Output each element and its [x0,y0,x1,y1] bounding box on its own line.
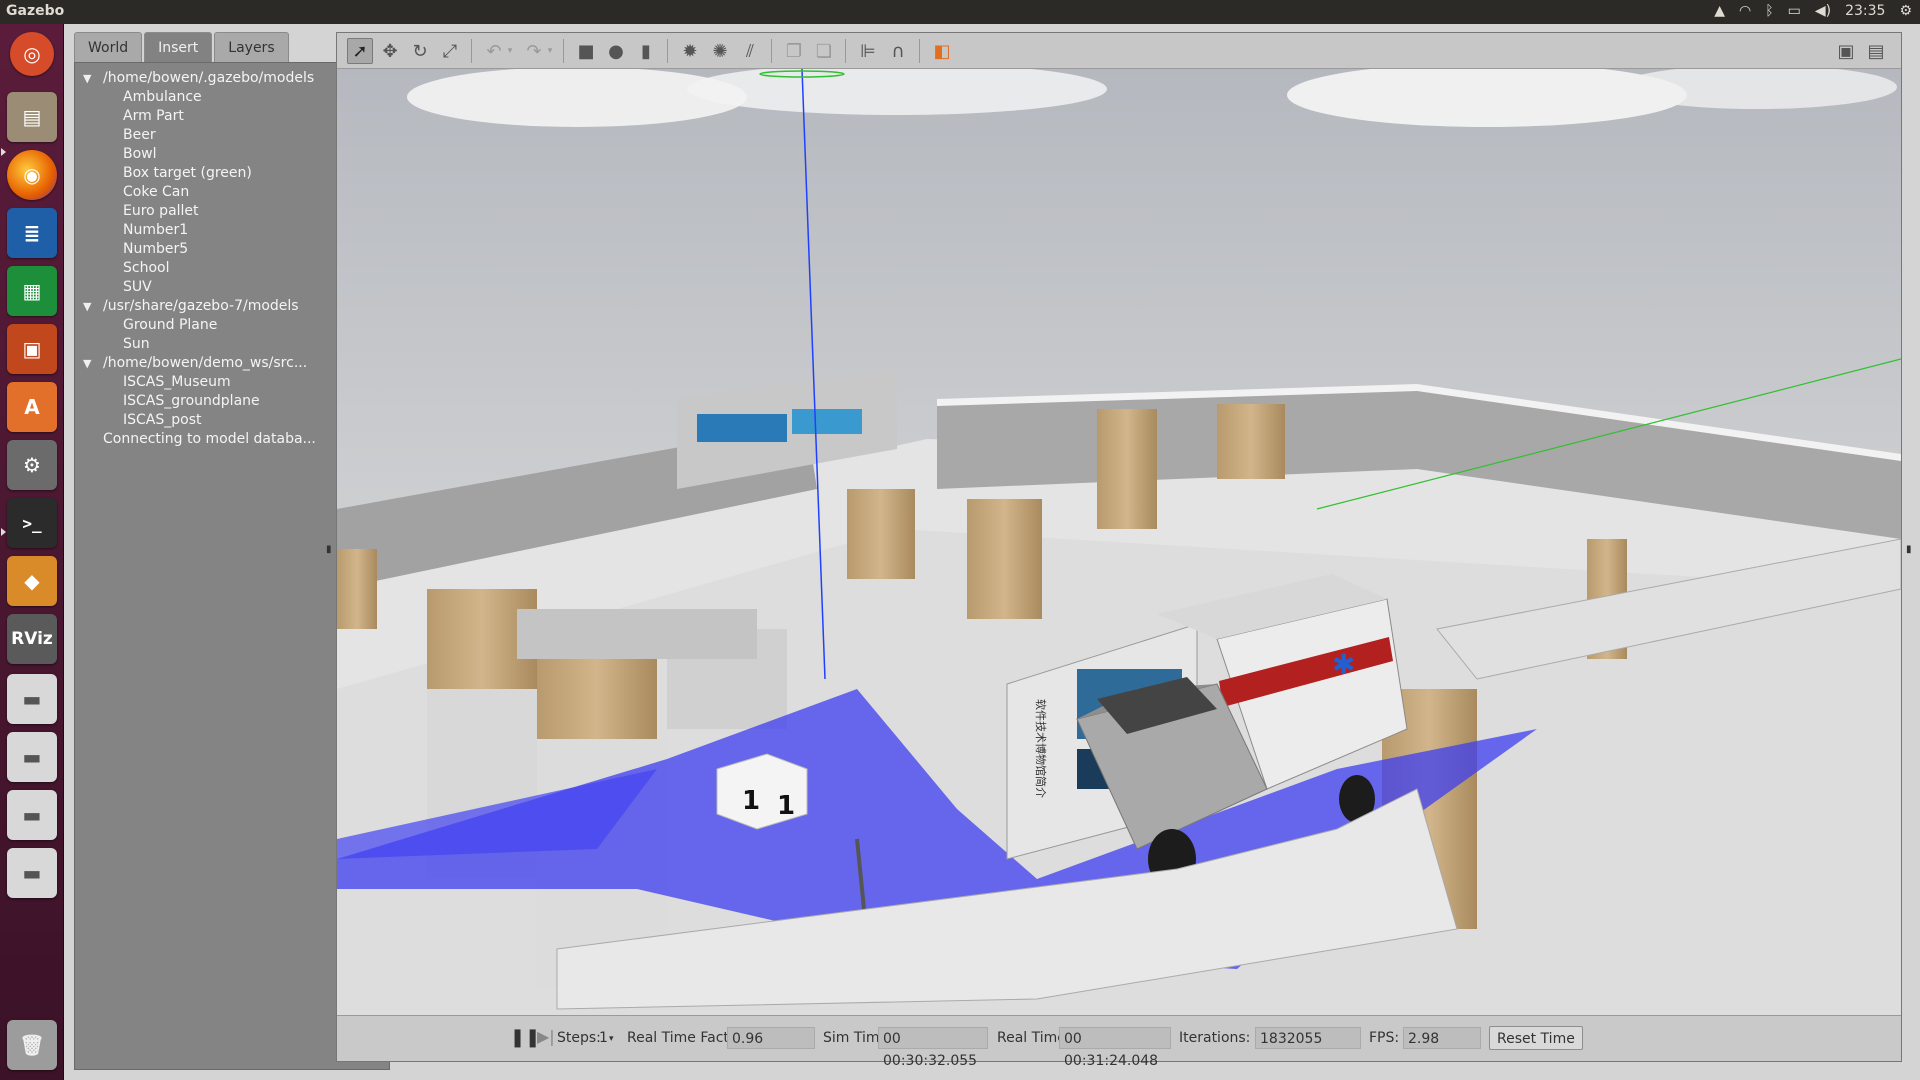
cloud [407,69,747,127]
undo-dropdown-icon[interactable]: ▾ [503,38,517,64]
calc-icon[interactable]: ▦ [7,266,57,316]
spot-light-icon[interactable]: ✺ [707,38,733,64]
select-arrow-icon[interactable]: ➚ [347,38,373,64]
expand-arrow-icon[interactable]: ▼ [83,69,91,88]
expand-arrow-icon[interactable]: ▼ [83,297,91,316]
scale-icon[interactable]: ⤢ [437,38,463,64]
settings-gear-icon[interactable]: ⚙ [1899,3,1912,19]
reset-time-button[interactable]: Reset Time [1489,1026,1583,1050]
steps-value[interactable]: 1 [599,1030,608,1046]
panel-tabs: World Insert Layers [74,32,291,62]
terminal-icon[interactable]: >_ [7,498,57,548]
pillar [337,549,377,629]
render-area: ➚ ✥ ↻ ⤢ ↶ ▾ ↷ ▾ ■ ● ▮ ✹ ✺ ⫽ ❐ ❏ ⊫ ∩ ◧ ▣ [336,32,1902,1069]
align-icon[interactable]: ⊫ [855,38,881,64]
exhibit-caption: 软件技术博物馆简介 [1034,699,1048,798]
tab-world[interactable]: World [74,32,143,62]
expand-arrow-icon[interactable]: ▼ [83,354,91,373]
fps-value: 2.98 [1403,1027,1481,1049]
fps-label: FPS: [1369,1030,1400,1046]
paste-icon[interactable]: ❏ [811,38,837,64]
software-center-icon[interactable]: A [7,382,57,432]
exhibit-screen [792,409,862,434]
cube-label: 1 [777,791,795,821]
sim-time-value: 00 00:30:32.055 [878,1027,988,1069]
copy-icon[interactable]: ❐ [781,38,807,64]
pillar [1217,404,1285,479]
directional-light-icon[interactable]: ⫽ [737,38,763,64]
wifi-icon[interactable]: ◠ [1739,3,1751,19]
bluetooth-icon[interactable]: ᛒ [1765,3,1773,19]
steps-label: Steps: [557,1030,601,1046]
firefox-icon[interactable]: ◉ [7,150,57,200]
pillar [967,499,1042,619]
pillar [1097,409,1157,529]
real-time-value: 00 00:31:24.048 [1059,1027,1171,1069]
tab-layers[interactable]: Layers [214,32,289,62]
right-splitter-handle[interactable]: ▮ [1906,544,1912,555]
left-splitter-handle[interactable]: ▮ [326,544,332,555]
pause-icon[interactable]: ❚❚ [510,1027,540,1048]
ubuntu-dash-icon[interactable]: ◎ [10,32,54,76]
box-icon[interactable]: ■ [573,38,599,64]
drive-icon[interactable]: ▬ [7,790,57,840]
cylinder-icon[interactable]: ▮ [633,38,659,64]
rotate-icon[interactable]: ↻ [407,38,433,64]
scene-toolbar: ➚ ✥ ↻ ⤢ ↶ ▾ ↷ ▾ ■ ● ▮ ✹ ✺ ⫽ ❐ ❏ ⊫ ∩ ◧ ▣ [337,33,1901,69]
gazebo-icon[interactable]: ◆ [7,556,57,606]
steps-dropdown-icon[interactable]: ▾ [609,1034,614,1044]
exhibit-panel [517,609,757,659]
clock[interactable]: 23:35 [1845,3,1885,19]
iterations-value: 1832055 [1255,1027,1361,1049]
screenshot-icon[interactable]: ▣ [1833,38,1859,64]
step-icon[interactable]: ▶| [537,1027,555,1046]
star-of-life-icon: ✱ [1332,648,1355,681]
sphere-icon[interactable]: ● [603,38,629,64]
redo-dropdown-icon[interactable]: ▾ [543,38,557,64]
rtf-value: 0.96 [727,1027,815,1049]
drive-icon[interactable]: ▬ [7,732,57,782]
snap-icon[interactable]: ∩ [885,38,911,64]
sim-status-bar: ❚❚ ▶| Steps: 1 ▾ Real Time Factor: 0.96 … [337,1015,1901,1069]
drive-icon[interactable]: ▬ [7,674,57,724]
launcher: ◎ ▤ ◉ ≣ ▦ ▣ A ⚙ >_ ◆ RViz ▬ ▬ ▬ ▬ 🗑 [0,24,64,1080]
3d-viewport[interactable]: 1 1 ✱ 软件技术博物馆简介 [337,69,1901,1015]
scene-render: 1 1 ✱ 软件技术博物馆简介 [337,69,1901,1015]
pillar [847,489,915,579]
iterations-label: Iterations: [1179,1030,1251,1046]
cube-label: 1 [742,786,760,816]
tab-insert[interactable]: Insert [144,32,213,62]
volume-icon[interactable]: ◀) [1815,3,1831,19]
drive-icon[interactable]: ▬ [7,848,57,898]
point-light-icon[interactable]: ✹ [677,38,703,64]
trash-icon[interactable]: 🗑 [7,1020,57,1070]
battery-icon[interactable]: ▭ [1788,3,1801,19]
files-icon[interactable]: ▤ [7,92,57,142]
update-icon[interactable]: ▲ [1714,3,1725,19]
system-tray: ▲ ◠ ᛒ ▭ ◀) 23:35 ⚙ [1714,3,1912,19]
system-top-bar: Gazebo ▲ ◠ ᛒ ▭ ◀) 23:35 ⚙ [0,0,1920,24]
system-settings-icon[interactable]: ⚙ [7,440,57,490]
rviz-icon[interactable]: RViz [7,614,57,664]
writer-icon[interactable]: ≣ [7,208,57,258]
translate-icon[interactable]: ✥ [377,38,403,64]
app-title: Gazebo [6,3,65,19]
impress-icon[interactable]: ▣ [7,324,57,374]
log-icon[interactable]: ▤ [1863,38,1889,64]
gazebo-window: World Insert Layers ▼/home/bowen/.gazebo… [64,24,1920,1080]
exhibit-screen [697,414,787,442]
view-angle-icon[interactable]: ◧ [929,38,955,64]
